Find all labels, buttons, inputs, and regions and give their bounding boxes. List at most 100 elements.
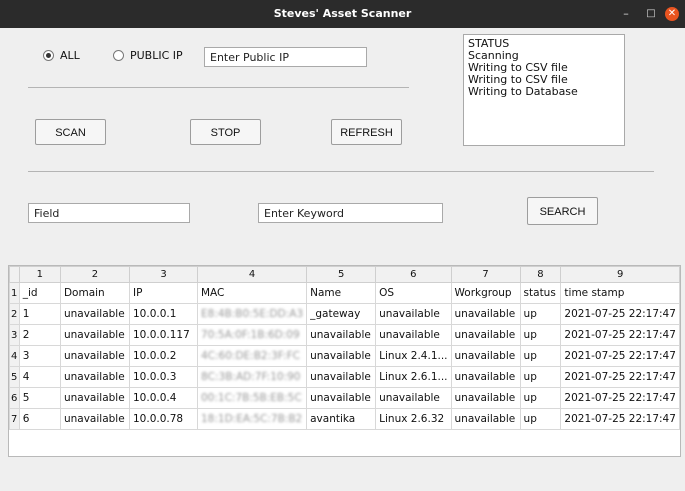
- radio-all[interactable]: ALL: [43, 49, 80, 62]
- table-cell[interactable]: unavailable: [375, 387, 452, 409]
- row-header[interactable]: 2: [9, 303, 20, 325]
- table-cell[interactable]: 10.0.0.4: [129, 387, 198, 409]
- search-button[interactable]: SEARCH: [527, 197, 598, 225]
- table-cell[interactable]: up: [519, 387, 562, 409]
- row-header[interactable]: 4: [9, 345, 20, 367]
- table-cell[interactable]: 2021-07-25 22:17:47: [560, 324, 680, 346]
- table-row[interactable]: 1 _id Domain IP MAC Name OS Workgroup status time…: [9, 282, 680, 304]
- table-cell[interactable]: _id: [18, 282, 61, 304]
- table-cell[interactable]: _gateway: [306, 303, 377, 325]
- column-header[interactable]: 8: [519, 266, 562, 283]
- table-cell[interactable]: unavailable: [450, 387, 521, 409]
- table-row[interactable]: 7 6 unavailable 10.0.0.78 18:1D:EA:5C:7B:B2 a…: [9, 408, 680, 430]
- table-cell[interactable]: 2021-07-25 22:17:47: [560, 303, 680, 325]
- radio-unselected-icon[interactable]: [113, 50, 124, 61]
- table-cell[interactable]: 10.0.0.117: [129, 324, 198, 346]
- column-header[interactable]: 1: [18, 266, 61, 283]
- table-cell[interactable]: 1: [18, 303, 61, 325]
- table-cell[interactable]: unavailable: [59, 345, 131, 367]
- maximize-icon[interactable]: □: [643, 0, 659, 28]
- table-cell[interactable]: 10.0.0.1: [129, 303, 198, 325]
- table-cell[interactable]: Linux 2.6.1...: [375, 366, 452, 388]
- table-cell[interactable]: 5: [18, 387, 61, 409]
- table-cell[interactable]: unavailable: [306, 345, 377, 367]
- table-cell[interactable]: 2021-07-25 22:17:47: [560, 345, 680, 367]
- table-cell[interactable]: Linux 2.4.1...: [375, 345, 452, 367]
- table-cell[interactable]: 10.0.0.2: [129, 345, 198, 367]
- table-cell[interactable]: unavailable: [59, 408, 131, 430]
- field-input[interactable]: Field: [28, 203, 190, 223]
- table-cell[interactable]: unavailable: [306, 324, 377, 346]
- table-cell[interactable]: unavailable: [450, 303, 521, 325]
- table-cell[interactable]: 3: [18, 345, 61, 367]
- table-cell[interactable]: E8:4B:B0:5E:DD:A3: [196, 303, 308, 325]
- table-cell[interactable]: 6: [18, 408, 61, 430]
- table-cell[interactable]: Linux 2.6.32: [375, 408, 452, 430]
- table-row[interactable]: 4 3 unavailable 10.0.0.2 4C:60:DE:B2:3F:FC un…: [9, 345, 680, 367]
- row-header[interactable]: 1: [9, 282, 20, 304]
- table-cell[interactable]: Domain: [59, 282, 131, 304]
- table-cell[interactable]: unavailable: [306, 387, 377, 409]
- table-cell[interactable]: up: [519, 324, 562, 346]
- column-header[interactable]: 7: [450, 266, 521, 283]
- results-table[interactable]: 1 2 3 4 5 6 7 8 9 1 _id Domain IP MAC Name OS W…: [8, 265, 681, 457]
- table-cell[interactable]: 10.0.0.78: [129, 408, 198, 430]
- table-cell[interactable]: 4C:60:DE:B2:3F:FC: [196, 345, 308, 367]
- close-icon[interactable]: ✕: [665, 7, 679, 21]
- table-cell[interactable]: unavailable: [450, 408, 521, 430]
- status-log[interactable]: STATUS Scanning Writing to CSV file Writ…: [463, 34, 625, 146]
- table-cell[interactable]: up: [519, 303, 562, 325]
- table-cell[interactable]: 00:1C:7B:5B:EB:5C: [196, 387, 308, 409]
- table-cell[interactable]: up: [519, 408, 562, 430]
- table-cell[interactable]: 2021-07-25 22:17:47: [560, 387, 680, 409]
- column-header[interactable]: 3: [129, 266, 198, 283]
- table-cell[interactable]: up: [519, 345, 562, 367]
- column-header[interactable]: 6: [375, 266, 452, 283]
- column-header[interactable]: 5: [306, 266, 377, 283]
- table-cell[interactable]: 2: [18, 324, 61, 346]
- table-cell[interactable]: Name: [306, 282, 377, 304]
- column-header[interactable]: 4: [196, 266, 308, 283]
- refresh-button[interactable]: REFRESH: [331, 119, 402, 145]
- radio-public-ip[interactable]: PUBLIC IP: [113, 49, 183, 62]
- column-header[interactable]: 2: [59, 266, 131, 283]
- scan-button[interactable]: SCAN: [35, 119, 106, 145]
- table-cell[interactable]: unavailable: [375, 303, 452, 325]
- table-cell[interactable]: unavailable: [59, 387, 131, 409]
- row-header[interactable]: 3: [9, 324, 20, 346]
- table-cell[interactable]: avantika: [306, 408, 377, 430]
- keyword-input[interactable]: Enter Keyword: [258, 203, 443, 223]
- row-header[interactable]: 7: [9, 408, 20, 430]
- table-cell[interactable]: unavailable: [59, 303, 131, 325]
- table-cell[interactable]: unavailable: [450, 324, 521, 346]
- table-cell[interactable]: OS: [375, 282, 452, 304]
- table-cell[interactable]: unavailable: [450, 345, 521, 367]
- table-cell[interactable]: 8C:3B:AD:7F:10:90: [196, 366, 308, 388]
- table-cell[interactable]: unavailable: [59, 366, 131, 388]
- table-row[interactable]: 3 2 unavailable 10.0.0.117 70:5A:0F:1B:6D:09…: [9, 324, 680, 346]
- table-cell[interactable]: 2021-07-25 22:17:47: [560, 366, 680, 388]
- table-cell[interactable]: up: [519, 366, 562, 388]
- public-ip-input[interactable]: Enter Public IP: [204, 47, 367, 67]
- table-cell[interactable]: MAC: [196, 282, 308, 304]
- table-cell[interactable]: 2021-07-25 22:17:47: [560, 408, 680, 430]
- row-header[interactable]: 5: [9, 366, 20, 388]
- table-cell[interactable]: Workgroup: [450, 282, 521, 304]
- table-cell[interactable]: unavailable: [375, 324, 452, 346]
- table-cell[interactable]: unavailable: [59, 324, 131, 346]
- table-cell[interactable]: 10.0.0.3: [129, 366, 198, 388]
- row-header[interactable]: 6: [9, 387, 20, 409]
- table-cell[interactable]: time stamp: [560, 282, 680, 304]
- table-row[interactable]: 2 1 unavailable 10.0.0.1 E8:4B:B0:5E:DD:A3 _g…: [9, 303, 680, 325]
- column-header[interactable]: 9: [560, 266, 680, 283]
- table-cell[interactable]: unavailable: [306, 366, 377, 388]
- table-row[interactable]: 5 4 unavailable 10.0.0.3 8C:3B:AD:7F:10:90 un…: [9, 366, 680, 388]
- table-cell[interactable]: 70:5A:0F:1B:6D:09: [196, 324, 308, 346]
- table-cell[interactable]: IP: [129, 282, 198, 304]
- table-cell[interactable]: 18:1D:EA:5C:7B:B2: [196, 408, 308, 430]
- table-cell[interactable]: status: [519, 282, 562, 304]
- table-cell[interactable]: unavailable: [450, 366, 521, 388]
- stop-button[interactable]: STOP: [190, 119, 261, 145]
- minimize-icon[interactable]: –: [618, 0, 634, 28]
- table-cell[interactable]: 4: [18, 366, 61, 388]
